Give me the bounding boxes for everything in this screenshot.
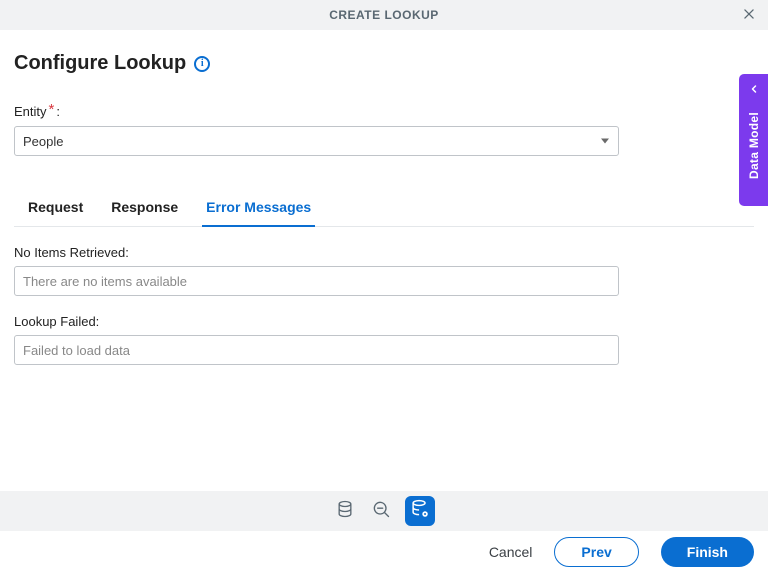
- wizard-stepper: [0, 491, 768, 531]
- dialog-footer: Cancel Prev Finish: [0, 531, 768, 573]
- tab-response[interactable]: Response: [107, 191, 182, 227]
- no-items-row: No Items Retrieved:: [14, 245, 754, 296]
- entity-label: Entity * :: [14, 103, 754, 120]
- dialog-header: CREATE LOOKUP: [0, 0, 768, 30]
- lookup-failed-row: Lookup Failed:: [14, 314, 754, 365]
- dialog-content: Configure Lookup i Entity * : People Req…: [0, 30, 768, 365]
- close-icon: [742, 7, 756, 24]
- info-icon[interactable]: i: [194, 56, 210, 72]
- data-model-side-tab[interactable]: Data Model: [739, 74, 768, 206]
- tabs: Request Response Error Messages: [14, 190, 754, 227]
- required-asterisk: *: [49, 101, 55, 118]
- lookup-failed-input[interactable]: [14, 335, 619, 365]
- database-icon: [335, 499, 355, 524]
- finish-button[interactable]: Finish: [661, 537, 754, 567]
- page-title-row: Configure Lookup i: [14, 52, 754, 75]
- page-title: Configure Lookup: [14, 52, 186, 75]
- step-1[interactable]: [333, 499, 357, 523]
- entity-select[interactable]: People: [14, 126, 619, 156]
- step-3[interactable]: [405, 496, 435, 526]
- dialog-title: CREATE LOOKUP: [329, 8, 439, 22]
- step-2[interactable]: [369, 499, 393, 523]
- entity-label-colon: :: [56, 104, 60, 119]
- no-items-label: No Items Retrieved:: [14, 245, 754, 260]
- lookup-failed-label: Lookup Failed:: [14, 314, 754, 329]
- tab-error-messages[interactable]: Error Messages: [202, 191, 315, 227]
- no-items-input[interactable]: [14, 266, 619, 296]
- entity-select-wrap: People: [14, 126, 619, 156]
- database-gear-icon: [409, 498, 431, 525]
- tab-request[interactable]: Request: [24, 191, 87, 227]
- close-button[interactable]: [738, 4, 760, 26]
- prev-button[interactable]: Prev: [554, 537, 638, 567]
- data-model-label: Data Model: [747, 112, 761, 179]
- cancel-button[interactable]: Cancel: [489, 544, 533, 560]
- entity-label-text: Entity: [14, 104, 47, 119]
- chevron-left-icon: [748, 82, 760, 100]
- search-minus-icon: [371, 499, 391, 524]
